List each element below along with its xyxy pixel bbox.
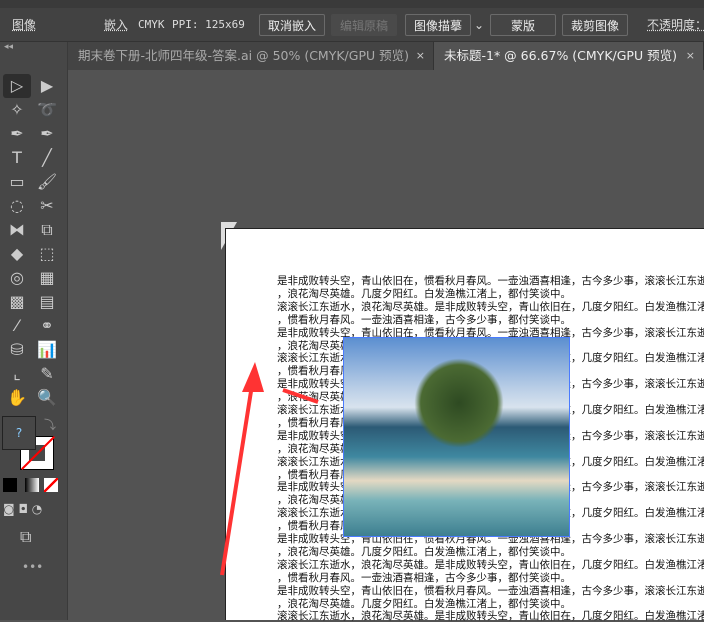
red-arrow-head [242, 362, 264, 392]
red-arrow-shaft [220, 384, 254, 576]
small-red-arrow [282, 388, 319, 404]
annotation-arrows [220, 362, 319, 576]
